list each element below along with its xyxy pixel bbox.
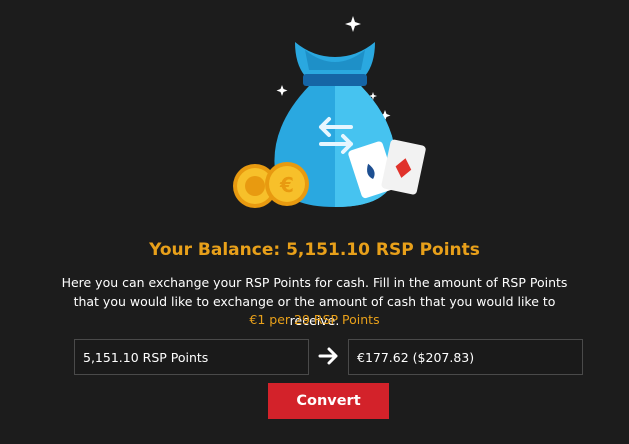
exchange-panel: € Your Balance: 5,151.10 RSP Points Here… [0,0,629,444]
balance-heading: Your Balance: 5,151.10 RSP Points [149,240,480,260]
exchange-rate: €1 per 29 RSP Points [249,312,380,327]
rsp-points-input[interactable] [74,339,309,375]
svg-text:€: € [279,173,294,197]
convert-button[interactable]: Convert [268,383,389,419]
cash-input[interactable] [348,339,583,375]
arrow-right-icon [318,347,338,365]
money-bag-exchange-icon: € [233,16,426,208]
